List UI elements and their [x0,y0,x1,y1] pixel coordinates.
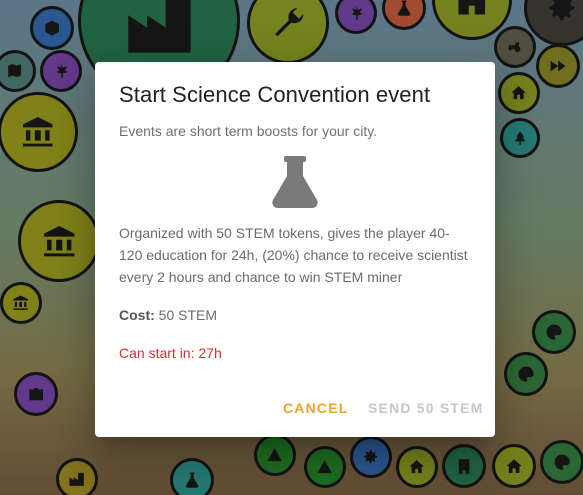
event-dialog: Start Science Convention event Events ar… [95,62,495,437]
cost-label: Cost: [119,307,155,323]
dialog-subtitle: Events are short term boosts for your ci… [119,123,378,139]
cooldown-timer: Can start in: 27h [119,345,222,361]
cost-line: Cost: 50 STEM [119,307,217,323]
event-description: Organized with 50 STEM tokens, gives the… [119,225,468,285]
send-stem-button[interactable]: SEND 50 STEM [368,400,484,416]
flask-icon [272,156,318,208]
cost-value: 50 STEM [158,307,218,323]
dialog-title: Start Science Convention event [119,82,431,107]
cancel-button[interactable]: CANCEL [283,400,349,416]
